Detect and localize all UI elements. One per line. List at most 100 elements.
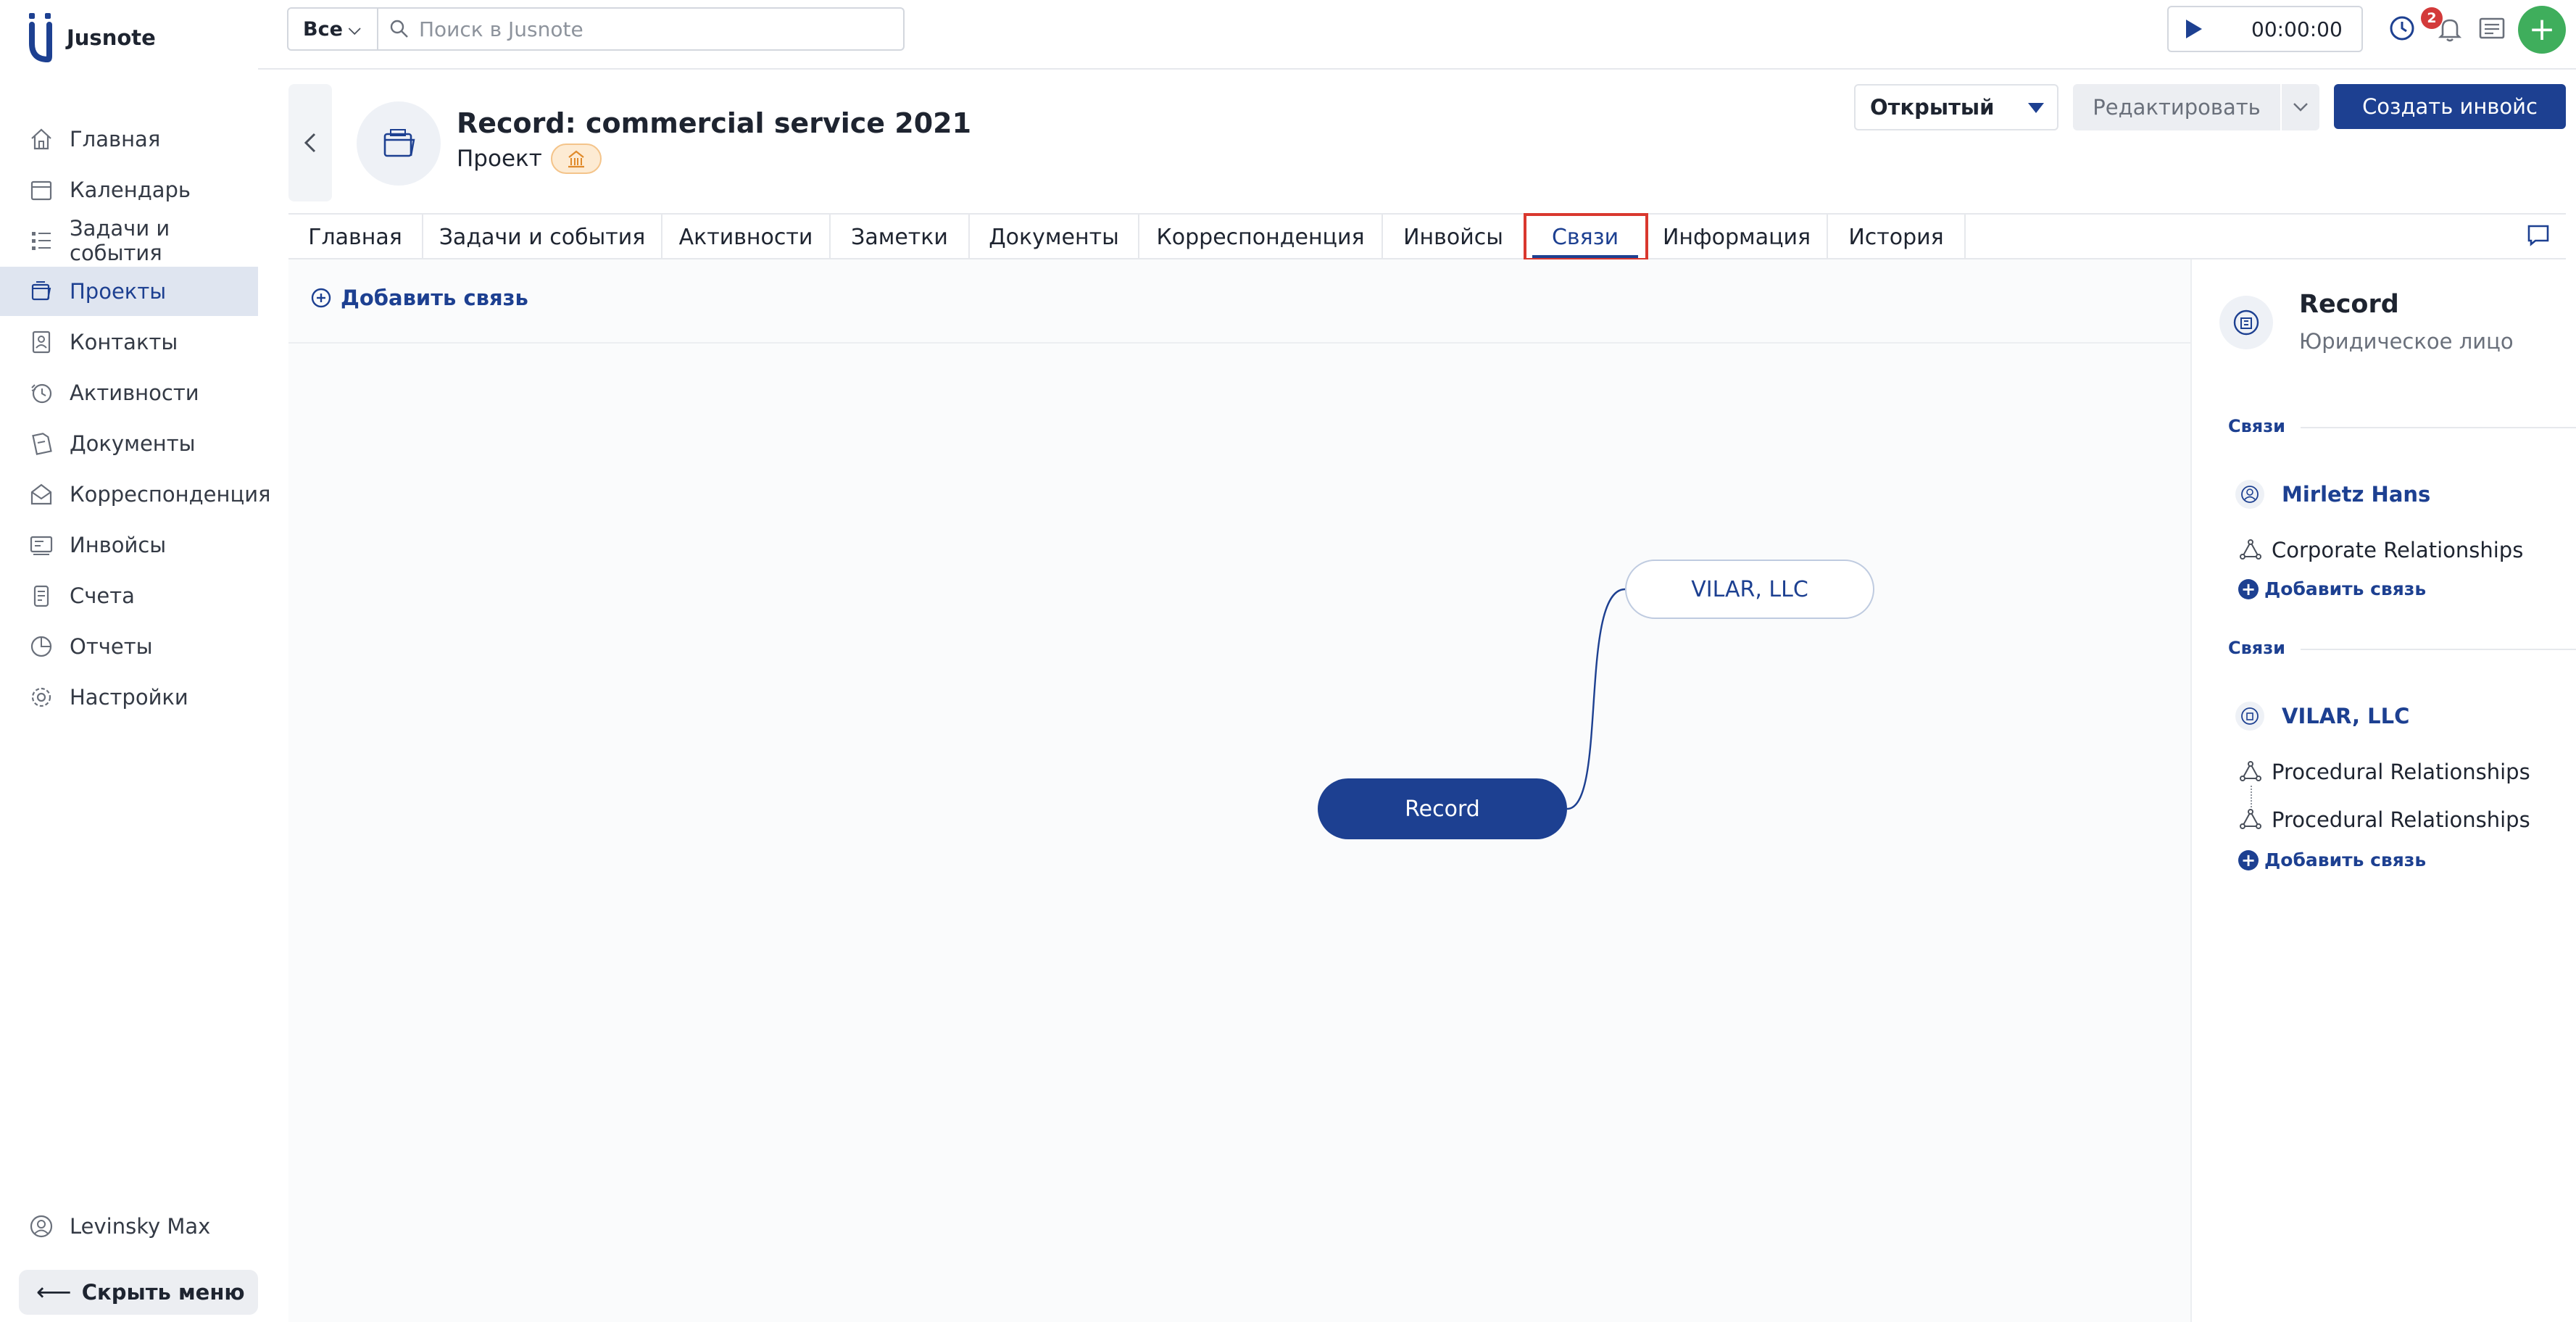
sidebar-item-calendar[interactable]: Календарь bbox=[0, 165, 258, 215]
caret-down-icon bbox=[2028, 103, 2044, 113]
section-divider bbox=[2301, 649, 2576, 650]
reports-icon bbox=[29, 634, 54, 659]
sidebar: Jusnote Главная Календарь Задачи и событ… bbox=[0, 0, 270, 1322]
relationship-label: Procedural Relationships bbox=[2272, 807, 2530, 832]
links-graph-canvas[interactable]: Добавить связь Record VILAR, LLC bbox=[288, 259, 2190, 1322]
sidebar-item-projects[interactable]: Проекты bbox=[0, 267, 258, 316]
status-select[interactable]: Открытый bbox=[1854, 84, 2058, 130]
add-link-button[interactable]: + Добавить связь bbox=[2238, 578, 2426, 599]
sidebar-item-invoices[interactable]: Инвойсы bbox=[0, 520, 258, 570]
graph-node-child[interactable]: VILAR, LLC bbox=[1625, 560, 1874, 619]
sidebar-item-label: Календарь bbox=[70, 178, 191, 202]
sidebar-item-activity[interactable]: Активности bbox=[0, 368, 258, 417]
sidebar-item-label: Задачи и события bbox=[70, 216, 170, 265]
sidebar-item-label: Настройки bbox=[70, 685, 188, 710]
plus-circle-icon: + bbox=[2238, 849, 2259, 870]
project-avatar bbox=[357, 101, 441, 186]
linked-entity-name: VILAR, LLC bbox=[2282, 704, 2410, 728]
tab-links[interactable]: Связи bbox=[1524, 213, 1648, 261]
chevron-left-icon bbox=[304, 133, 316, 153]
sidebar-item-label: Документы bbox=[70, 431, 196, 456]
tab-information[interactable]: Информация bbox=[1647, 215, 1828, 259]
tab-invoices[interactable]: Инвойсы bbox=[1383, 215, 1525, 259]
links-section-heading: Связи bbox=[2228, 416, 2285, 436]
sidebar-item-home[interactable]: Главная bbox=[0, 115, 258, 164]
add-new-button[interactable]: + bbox=[2518, 6, 2566, 54]
tab-tasks-events[interactable]: Задачи и события bbox=[423, 215, 662, 259]
back-button[interactable] bbox=[288, 84, 332, 201]
add-link-label: Добавить связь bbox=[2264, 849, 2427, 870]
relationship-item[interactable]: Procedural Relationships bbox=[2240, 807, 2530, 832]
contacts-icon bbox=[29, 330, 54, 354]
user-profile[interactable]: Levinsky Max bbox=[29, 1209, 210, 1244]
search-scope-select[interactable]: Все ⌵ bbox=[287, 7, 378, 51]
user-avatar-icon bbox=[30, 1215, 53, 1238]
relationship-connector bbox=[2251, 786, 2252, 807]
activity-icon bbox=[29, 381, 54, 405]
chevron-down-icon: ⌵ bbox=[348, 20, 361, 38]
project-tabs: Главная Задачи и события Активности Заме… bbox=[288, 213, 2566, 261]
tab-main[interactable]: Главная bbox=[288, 215, 423, 259]
sidebar-item-label: Главная bbox=[70, 127, 161, 151]
play-icon[interactable] bbox=[2185, 18, 2203, 40]
sidebar-item-correspondence[interactable]: Корреспонденция bbox=[0, 470, 270, 519]
edit-dropdown-button[interactable] bbox=[2282, 84, 2319, 130]
add-link-button[interactable]: + Добавить связь bbox=[2238, 849, 2426, 870]
plus-icon: + bbox=[2528, 11, 2556, 48]
user-name: Levinsky Max bbox=[70, 1214, 211, 1239]
notification-badge: 2 bbox=[2421, 7, 2443, 29]
relationship-icon bbox=[2240, 539, 2261, 560]
sidebar-item-accounts[interactable]: Счета bbox=[0, 571, 258, 620]
tab-notes[interactable]: Заметки bbox=[831, 215, 970, 259]
sidebar-item-tasks[interactable]: Задачи и события bbox=[0, 216, 258, 265]
sidebar-item-label: Отчеты bbox=[70, 634, 153, 659]
invoices-icon bbox=[29, 533, 54, 557]
tab-correspondence[interactable]: Корреспонденция bbox=[1139, 215, 1383, 259]
documents-icon bbox=[29, 431, 54, 456]
tab-activities[interactable]: Активности bbox=[662, 215, 831, 259]
entity-details-panel: Record Юридическое лицо Связи Mirletz Ha… bbox=[2190, 259, 2576, 1322]
tab-documents[interactable]: Документы bbox=[970, 215, 1139, 259]
sidebar-item-contacts[interactable]: Контакты bbox=[0, 317, 258, 367]
relationship-icon bbox=[2240, 761, 2261, 781]
relationship-item[interactable]: Procedural Relationships bbox=[2240, 760, 2530, 784]
person-icon bbox=[2235, 480, 2264, 509]
search-scope-value: Все bbox=[303, 17, 343, 41]
page-title: Record: commercial service 2021 bbox=[457, 107, 972, 139]
history-clock-icon[interactable] bbox=[2385, 10, 2419, 46]
building-icon bbox=[568, 150, 584, 168]
sidebar-item-settings[interactable]: Настройки bbox=[0, 673, 258, 722]
sidebar-item-label: Счета bbox=[70, 583, 135, 608]
accounts-icon bbox=[29, 583, 54, 608]
graph-node-root[interactable]: Record bbox=[1318, 778, 1567, 839]
timer-value: 00:00:00 bbox=[2251, 17, 2343, 41]
sidebar-item-label: Контакты bbox=[70, 330, 178, 354]
edit-button[interactable]: Редактировать bbox=[2073, 84, 2280, 130]
hide-menu-button[interactable]: ⟵ Скрыть меню bbox=[19, 1270, 258, 1315]
comment-icon[interactable] bbox=[2525, 222, 2551, 248]
relationship-item[interactable]: Corporate Relationships bbox=[2240, 538, 2523, 562]
plus-circle-icon: + bbox=[2238, 578, 2259, 599]
linked-entity-vilar-llc[interactable]: VILAR, LLC bbox=[2235, 702, 2409, 731]
app-name: Jusnote bbox=[67, 25, 156, 50]
tab-history[interactable]: История bbox=[1828, 215, 1966, 259]
settings-icon bbox=[29, 685, 54, 710]
create-invoice-button[interactable]: Создать инвойс bbox=[2334, 84, 2566, 129]
sidebar-item-documents[interactable]: Документы bbox=[0, 419, 258, 468]
tasks-icon bbox=[29, 228, 54, 253]
app-logo[interactable]: Jusnote bbox=[26, 10, 156, 65]
sidebar-item-label: Корреспонденция bbox=[70, 482, 271, 507]
company-icon bbox=[2233, 309, 2259, 336]
entity-avatar bbox=[2219, 296, 2273, 349]
correspondence-icon bbox=[29, 482, 54, 507]
company-icon bbox=[2235, 702, 2264, 731]
timer-widget[interactable]: 00:00:00 bbox=[2167, 6, 2363, 52]
sidebar-item-reports[interactable]: Отчеты bbox=[0, 622, 258, 671]
linked-entity-mirletz-hans[interactable]: Mirletz Hans bbox=[2235, 480, 2430, 509]
home-icon bbox=[29, 127, 54, 151]
search-input[interactable] bbox=[419, 17, 897, 41]
news-icon[interactable] bbox=[2475, 10, 2509, 46]
project-category-tag[interactable] bbox=[550, 144, 602, 174]
entity-type: Юридическое лицо bbox=[2299, 329, 2514, 354]
sidebar-item-label: Активности bbox=[70, 381, 199, 405]
